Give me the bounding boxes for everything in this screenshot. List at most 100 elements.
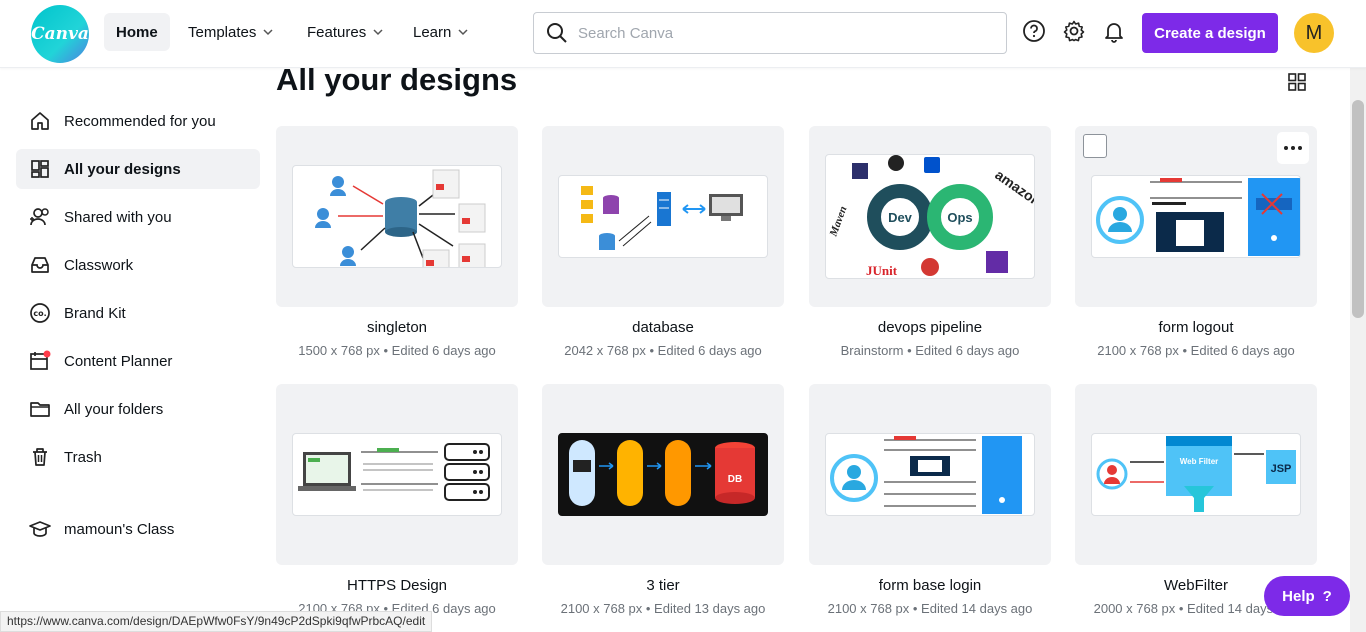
- db-label-text: DB: [728, 474, 742, 485]
- design-thumbnail: [292, 165, 502, 268]
- sidebar-item-label: Content Planner: [64, 352, 173, 370]
- help-button[interactable]: Help ?: [1264, 576, 1350, 616]
- design-thumbnail-area[interactable]: Dev Ops amazon Maven JUnit: [809, 126, 1051, 307]
- design-thumbnail: Dev Ops amazon Maven JUnit: [825, 154, 1035, 279]
- sidebar-item-label: mamoun's Class: [64, 520, 175, 538]
- design-title[interactable]: form logout: [1075, 319, 1317, 336]
- junit-logo-text: JUnit: [866, 263, 898, 278]
- design-thumbnail-area[interactable]: [1075, 126, 1317, 307]
- nav-templates-label: Templates: [188, 23, 257, 41]
- sidebar-item-label: Brand Kit: [64, 304, 126, 322]
- sidebar-item-label: All your folders: [64, 400, 164, 418]
- design-title[interactable]: 3 tier: [542, 577, 784, 594]
- grid-icon: [28, 157, 52, 181]
- sidebar-item-recommended[interactable]: Recommended for you: [16, 101, 260, 141]
- design-title[interactable]: devops pipeline: [809, 319, 1051, 336]
- sidebar-item-label: All your designs: [64, 160, 181, 178]
- design-card[interactable]: HTTPS Design 2100 x 768 px • Edited 6 da…: [276, 384, 518, 616]
- designs-panel: All your designs singleton 1500 x 768 px…: [276, 68, 1350, 632]
- design-card[interactable]: database 2042 x 768 px • Edited 6 days a…: [542, 126, 784, 358]
- settings-gear-icon[interactable]: [1061, 18, 1087, 44]
- sidebar-item-label: Classwork: [64, 256, 134, 274]
- devops-dev-text: Dev: [888, 210, 913, 225]
- vertical-scrollbar[interactable]: [1350, 68, 1366, 632]
- svg-text:co.: co.: [33, 309, 46, 318]
- design-title[interactable]: form base login: [809, 577, 1051, 594]
- user-avatar[interactable]: M: [1294, 13, 1334, 53]
- nav-home[interactable]: Home: [104, 13, 170, 51]
- design-meta: 2100 x 768 px • Edited 6 days ago: [1097, 343, 1295, 358]
- design-thumbnail-area[interactable]: DB: [542, 384, 784, 565]
- calendar-icon: [28, 349, 52, 373]
- nav-features-label: Features: [307, 23, 367, 41]
- design-thumbnail-area[interactable]: [276, 384, 518, 565]
- top-bar: Canva Home Templates Features Learn Crea…: [0, 0, 1366, 68]
- scrollbar-thumb[interactable]: [1352, 100, 1364, 318]
- sidebar-item-folders[interactable]: All your folders: [16, 389, 260, 429]
- more-options-icon[interactable]: [1277, 132, 1309, 164]
- home-icon: [28, 109, 52, 133]
- nav-learn-label: Learn: [413, 23, 452, 41]
- canva-logo[interactable]: Canva: [31, 5, 89, 63]
- design-thumbnail-area[interactable]: [542, 126, 784, 307]
- sidebar-item-shared[interactable]: Shared with you: [16, 197, 260, 237]
- design-meta: 1500 x 768 px • Edited 6 days ago: [298, 343, 496, 358]
- question-mark-icon: ?: [1322, 587, 1332, 605]
- design-card[interactable]: form logout 2100 x 768 px • Edited 6 day…: [1075, 126, 1317, 358]
- maven-logo-text: Maven: [827, 205, 849, 239]
- design-meta: 2100 x 768 px • Edited 14 days ago: [827, 601, 1033, 616]
- select-checkbox[interactable]: [1083, 134, 1107, 158]
- sidebar-item-trash[interactable]: Trash: [16, 437, 260, 477]
- design-card[interactable]: form base login 2100 x 768 px • Edited 1…: [809, 384, 1051, 616]
- design-card[interactable]: DB 3 tier 2100 x 768 px • Edited 13 days…: [542, 384, 784, 616]
- devops-ops-text: Ops: [947, 210, 972, 225]
- grid-view-icon[interactable]: [1287, 72, 1307, 92]
- people-icon: [28, 205, 52, 229]
- sidebar-item-classwork[interactable]: Classwork: [16, 245, 260, 285]
- help-circle-icon[interactable]: [1021, 18, 1047, 44]
- nav-home-label: Home: [116, 23, 158, 41]
- design-thumbnail: [558, 175, 768, 258]
- design-meta: 2100 x 768 px • Edited 13 days ago: [560, 601, 766, 616]
- jsp-label-text: JSP: [1271, 463, 1292, 475]
- search-input[interactable]: [578, 24, 978, 42]
- sidebar-item-label: Shared with you: [64, 208, 172, 226]
- page-title: All your designs: [276, 68, 518, 97]
- nav-learn[interactable]: Learn: [401, 13, 481, 51]
- trash-icon: [28, 445, 52, 469]
- design-title[interactable]: HTTPS Design: [276, 577, 518, 594]
- webfilter-title-text: Web Filter: [1180, 457, 1219, 466]
- design-thumbnail-area[interactable]: [809, 384, 1051, 565]
- inbox-icon: [28, 253, 52, 277]
- design-thumbnail-area[interactable]: [276, 126, 518, 307]
- nav-templates[interactable]: Templates: [176, 13, 286, 51]
- nav-features[interactable]: Features: [295, 13, 396, 51]
- search-icon: [547, 23, 567, 43]
- create-design-button[interactable]: Create a design: [1142, 13, 1278, 53]
- design-thumbnail-area[interactable]: Web Filter JSP: [1075, 384, 1317, 565]
- sidebar-item-brand-kit[interactable]: co. Brand Kit: [16, 293, 260, 333]
- amazon-logo-text: amazon: [992, 166, 1035, 209]
- chevron-down-icon: [263, 29, 273, 36]
- design-meta: Brainstorm • Edited 6 days ago: [840, 343, 1020, 358]
- design-thumbnail: [1091, 175, 1301, 258]
- help-label: Help: [1282, 587, 1315, 605]
- design-thumbnail: DB: [558, 433, 768, 516]
- sidebar: Recommended for you All your designs Sha…: [0, 68, 276, 632]
- design-meta: 2042 x 768 px • Edited 6 days ago: [564, 343, 762, 358]
- sidebar-item-content-planner[interactable]: Content Planner: [16, 341, 260, 381]
- design-thumbnail: Web Filter JSP: [1091, 433, 1301, 516]
- graduation-cap-icon: [28, 517, 52, 541]
- design-thumbnail: [292, 433, 502, 516]
- status-bar-url: https://www.canva.com/design/DAEpWfw0FsY…: [0, 611, 433, 632]
- chevron-down-icon: [458, 29, 468, 36]
- search-box[interactable]: [533, 12, 1007, 54]
- design-card[interactable]: singleton 1500 x 768 px • Edited 6 days …: [276, 126, 518, 358]
- design-title[interactable]: singleton: [276, 319, 518, 336]
- sidebar-item-class[interactable]: mamoun's Class: [16, 509, 260, 549]
- design-card[interactable]: Dev Ops amazon Maven JUnit devops pipeli…: [809, 126, 1051, 358]
- design-title[interactable]: database: [542, 319, 784, 336]
- sidebar-item-all-designs[interactable]: All your designs: [16, 149, 260, 189]
- folder-icon: [28, 397, 52, 421]
- notification-bell-icon[interactable]: [1101, 18, 1127, 44]
